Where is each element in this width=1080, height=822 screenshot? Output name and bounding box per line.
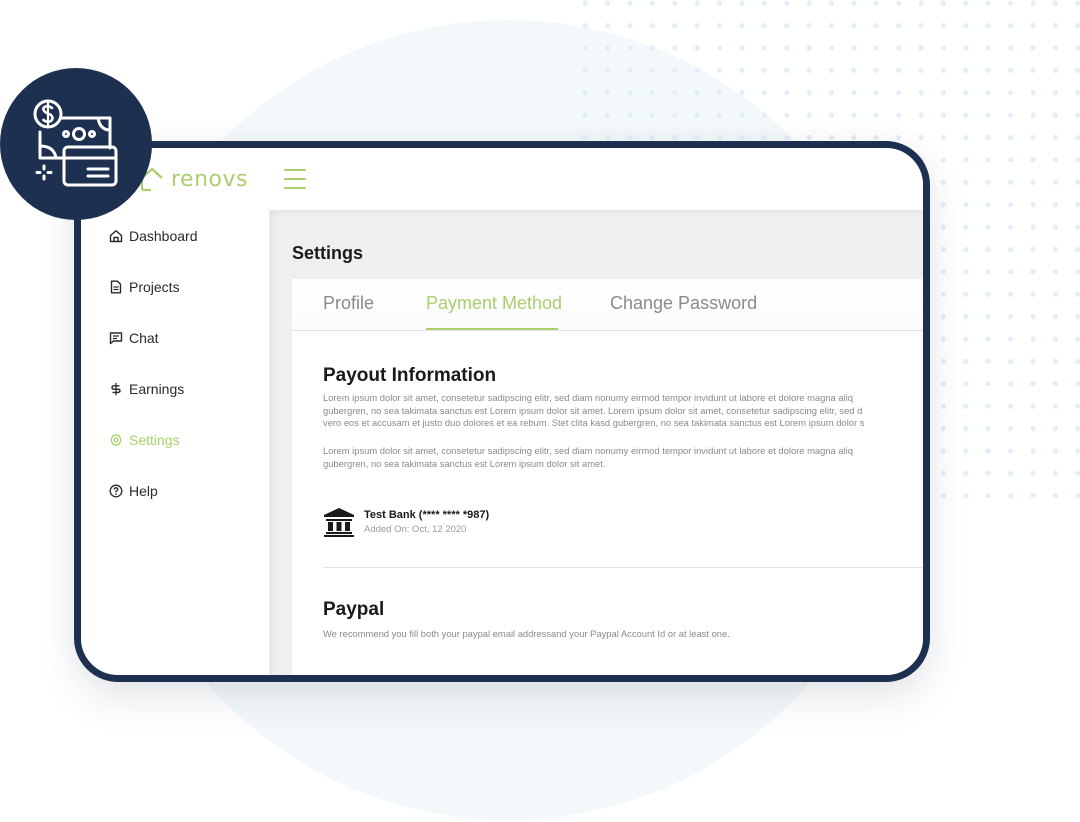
sidebar-item-projects[interactable]: Projects <box>109 279 180 295</box>
dollar-icon <box>111 382 121 396</box>
tab-change-password[interactable]: Change Password <box>610 293 757 314</box>
menu-toggle-button[interactable] <box>284 169 306 189</box>
hamburger-line <box>284 178 306 180</box>
payment-badge <box>0 68 152 220</box>
sidebar: Dashboard Projects Chat Earnings Setting… <box>81 210 270 675</box>
home-icon <box>109 230 123 243</box>
page-title: Settings <box>292 243 364 263</box>
sidebar-item-label: Projects <box>129 279 180 295</box>
paragraph-line: Lorem ipsum dolor sit amet, consetetur s… <box>323 392 853 403</box>
sidebar-item-label: Dashboard <box>129 228 198 244</box>
logo-text: renovs <box>171 167 248 192</box>
sidebar-item-earnings[interactable]: Earnings <box>109 381 184 397</box>
paypal-description: We recommend you fill both your paypal e… <box>323 628 730 639</box>
hamburger-line <box>284 187 306 189</box>
bank-details: Test Bank (**** **** *987) Added On: Oct… <box>364 509 489 535</box>
sidebar-item-chat[interactable]: Chat <box>109 330 159 346</box>
top-bar: renovs <box>81 148 923 210</box>
help-icon <box>109 484 123 498</box>
document-icon <box>110 280 122 294</box>
sidebar-item-label: Earnings <box>129 381 185 397</box>
section-divider <box>323 567 923 568</box>
paragraph-line: gubergren, no sea takimata sanctus est L… <box>323 457 606 469</box>
sidebar-item-label: Help <box>129 483 158 499</box>
sidebar-item-settings[interactable]: Settings <box>109 432 180 448</box>
main-content: Settings Profile Payment Method Change P… <box>270 210 923 675</box>
bank-added-date: Added On: Oct, 12 2020 <box>364 524 467 535</box>
sidebar-item-help[interactable]: Help <box>109 483 158 499</box>
payout-information-title: Payout Information <box>323 365 497 386</box>
chat-icon <box>109 332 123 345</box>
sidebar-item-label: Settings <box>129 432 180 448</box>
device-frame: renovs Dashboard Projects Chat Earnings … <box>74 141 930 682</box>
tab-payment-method[interactable]: Payment Method <box>426 293 562 330</box>
hamburger-line <box>284 169 306 171</box>
settings-tabs: Profile Payment Method Change Password <box>292 279 923 331</box>
paragraph-line: Lorem ipsum dolor sit amet, consetetur s… <box>323 445 853 456</box>
bank-account-item[interactable]: Test Bank (**** **** *987) Added On: Oct… <box>323 506 489 538</box>
app-window: renovs Dashboard Projects Chat Earnings … <box>81 148 923 675</box>
settings-card: Profile Payment Method Change Password P… <box>292 279 923 675</box>
gear-icon <box>110 433 122 447</box>
payout-paragraph-2: Lorem ipsum dolor sit amet, consetetur s… <box>323 445 923 470</box>
sidebar-item-label: Chat <box>129 330 159 346</box>
paragraph-line: vero eos et accusam et justo duo dolores… <box>323 417 865 429</box>
tab-profile[interactable]: Profile <box>323 293 374 314</box>
paragraph-line: gubergren, no sea takimata sanctus est L… <box>323 404 863 416</box>
bank-name: Test Bank (**** **** *987) <box>364 509 490 521</box>
paypal-title: Paypal <box>323 599 385 620</box>
payment-money-card-icon <box>33 99 118 187</box>
sidebar-item-dashboard[interactable]: Dashboard <box>109 228 198 244</box>
logo[interactable]: renovs <box>139 166 248 192</box>
bank-icon <box>324 508 354 537</box>
payout-paragraph-1: Lorem ipsum dolor sit amet, consetetur s… <box>323 392 923 430</box>
